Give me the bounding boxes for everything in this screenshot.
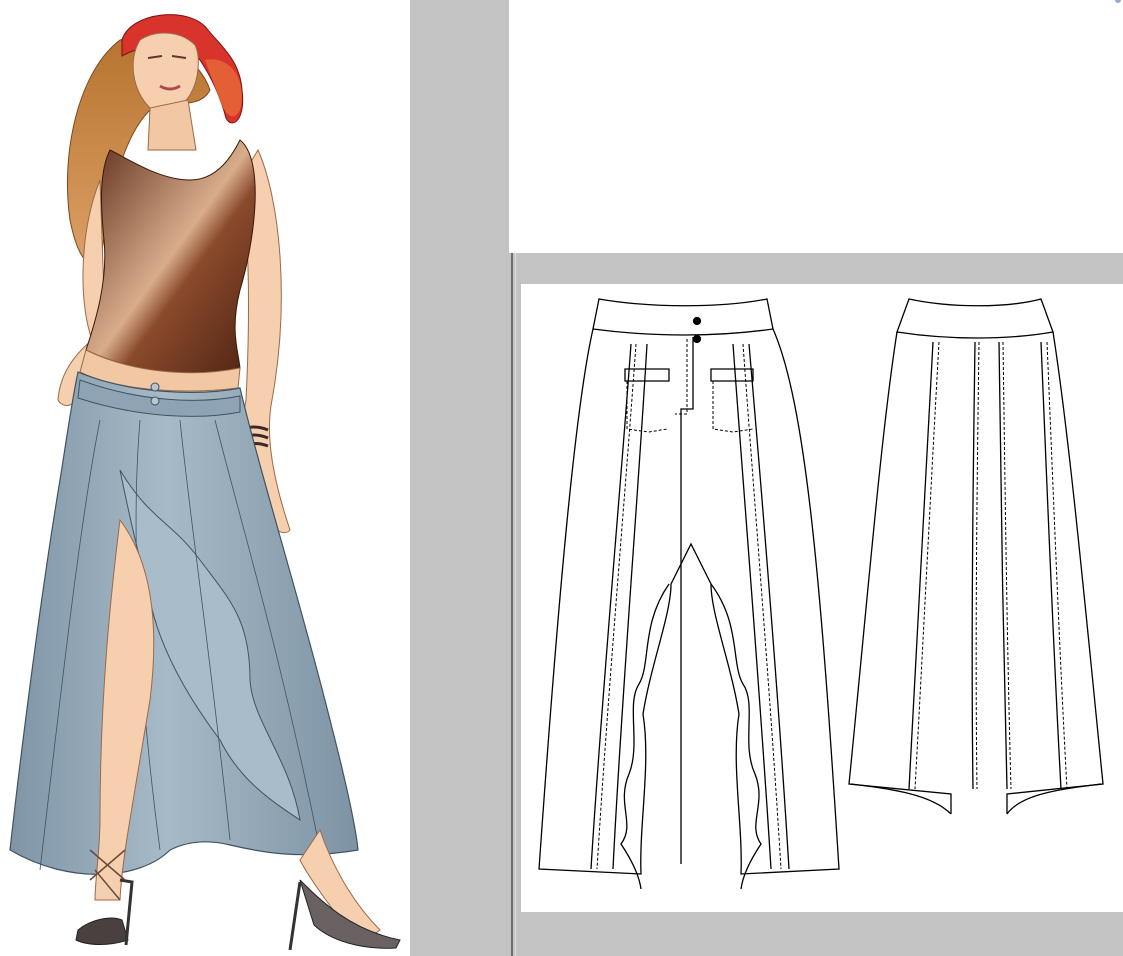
welt-pockets [624,368,754,382]
gray-divider [410,0,509,956]
left-shoe [75,917,129,945]
button-top [150,382,160,392]
front-fly [680,337,694,864]
right-heel [288,881,302,951]
corner-mark [1115,0,1121,3]
fashion-illustration [0,0,410,956]
frame-rule [511,253,513,956]
tank-top [85,139,256,374]
front-ruffles [620,583,762,890]
front-waistband [592,298,774,336]
figure-drawing [9,14,401,951]
front-button-top [692,316,702,326]
flats-sheet [521,284,1123,912]
top-canvas [509,0,1123,253]
neck [147,99,197,151]
back-panel-seams [908,341,1062,790]
button-bottom [150,396,160,406]
frame-rule-highlight [515,253,516,956]
pocket-bags [626,381,754,433]
back-waistband [896,298,1054,339]
technical-flats [538,298,1104,890]
front-button-bottom [692,334,702,344]
flats-frame [509,253,1123,956]
back-flat [848,298,1104,815]
front-outline [538,328,840,875]
fly-stitch [675,339,688,415]
front-flat [538,298,840,890]
